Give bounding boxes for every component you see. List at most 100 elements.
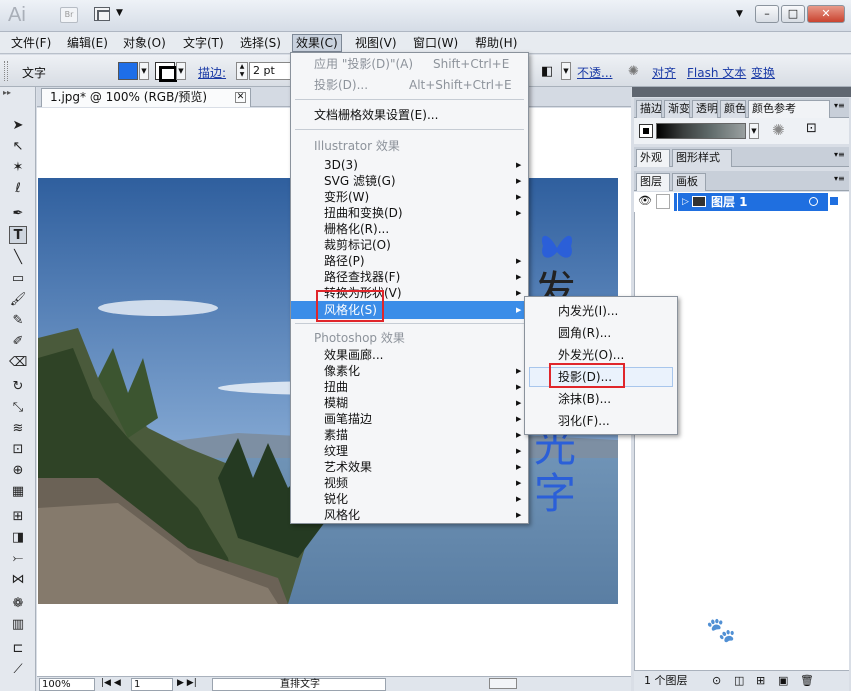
menu-item-blur[interactable]: 模糊 ▶ (291, 395, 528, 411)
blend-tool-icon[interactable]: ⋈ (9, 571, 27, 589)
menu-window[interactable]: 窗口(W) (410, 34, 461, 52)
eyedropper-tool-icon[interactable]: ⤚ (9, 550, 27, 568)
bridge-button[interactable]: Br (60, 7, 78, 23)
column-graph-tool-icon[interactable]: ▥ (9, 616, 27, 634)
expand-arrow-icon[interactable]: ▷ (682, 193, 689, 211)
harmony-dropdown-arrow[interactable]: ▼ (749, 123, 759, 139)
tab-transparency[interactable]: 透明 (692, 100, 718, 118)
menu-edit[interactable]: 编辑(E) (64, 34, 111, 52)
menu-item-path[interactable]: 路径(P) ▶ (291, 253, 528, 269)
selection-tool-icon[interactable]: ➤ (9, 117, 27, 135)
recolor-icon[interactable]: ✺ (628, 64, 639, 79)
next-page-icon[interactable]: ▶ ▶| (177, 678, 197, 688)
horizontal-scrollbar-thumb[interactable] (489, 678, 517, 689)
rectangle-tool-icon[interactable]: ▭ (9, 270, 27, 288)
direct-selection-tool-icon[interactable]: ↖ (9, 138, 27, 156)
layer-name-cell[interactable]: ▷ 图层 1 (678, 193, 828, 211)
tab-color-guide[interactable]: 颜色参考 (748, 100, 830, 118)
layer-row[interactable]: 👁 ▷ 图层 1 (634, 192, 849, 212)
selection-indicator[interactable] (830, 197, 838, 205)
menu-item-apply-last-effect[interactable]: 应用 "投影(D)"(A) Shift+Ctrl+E (291, 56, 528, 72)
menu-effect[interactable]: 效果(C) (292, 34, 342, 52)
menu-item-brush-strokes[interactable]: 画笔描边 ▶ (291, 411, 528, 427)
fill-dropdown-arrow[interactable]: ▼ (139, 62, 149, 80)
eye-icon[interactable]: 👁 (638, 194, 652, 207)
arrange-documents-icon[interactable] (94, 7, 110, 21)
menu-item-pixelate[interactable]: 像素化 ▶ (291, 363, 528, 379)
menu-item-sharpen[interactable]: 锐化 ▶ (291, 491, 528, 507)
menu-item-last-effect[interactable]: 投影(D)... Alt+Shift+Ctrl+E (291, 77, 528, 93)
submenu-item-feather[interactable]: 羽化(F)... (529, 411, 673, 431)
menu-type[interactable]: 文字(T) (180, 34, 227, 52)
transform-link[interactable]: 变换 (751, 64, 775, 81)
pencil-tool-icon[interactable]: ✎ (9, 312, 27, 330)
menu-item-crop-marks[interactable]: 裁剪标记(O) (291, 237, 528, 253)
submenu-item-scribble[interactable]: 涂抹(B)... (529, 389, 673, 409)
tab-artboards[interactable]: 画板 (672, 173, 706, 191)
menu-item-distort-transform[interactable]: 扭曲和变换(D) ▶ (291, 205, 528, 221)
rotate-tool-icon[interactable]: ↻ (9, 378, 27, 396)
brush-dropdown-arrow[interactable]: ▼ (561, 62, 571, 80)
tab-graphic-styles[interactable]: 图形样式 (672, 149, 732, 167)
close-icon[interactable]: ✕ (235, 92, 246, 103)
lasso-tool-icon[interactable]: ℓ (9, 180, 27, 198)
panel-menu-icon[interactable]: ▾≡ (834, 174, 845, 183)
line-tool-icon[interactable]: ╲ (9, 249, 27, 267)
maximize-button[interactable]: □ (781, 5, 805, 23)
artboard-tool-icon[interactable]: ⊏ (9, 640, 27, 658)
collapse-icon[interactable]: ▸▸ (3, 88, 11, 97)
submenu-item-inner-glow[interactable]: 内发光(I)... (529, 301, 673, 321)
panel-menu-icon[interactable]: ▾≡ (834, 101, 845, 110)
tab-gradient[interactable]: 渐变 (664, 100, 690, 118)
menu-item-stylize-photoshop[interactable]: 风格化 ▶ (291, 507, 528, 523)
stroke-weight-field[interactable]: 2 pt (249, 62, 291, 80)
stroke-stepper[interactable]: ▲ ▼ (236, 62, 248, 80)
panel-dock-header[interactable] (632, 87, 851, 97)
magic-wand-tool-icon[interactable]: ✶ (9, 159, 27, 177)
stroke-color-swatch[interactable] (155, 62, 177, 82)
panel-menu-icon[interactable]: ▾≡ (834, 150, 845, 159)
align-link[interactable]: 对齐 (652, 64, 676, 81)
lock-toggle[interactable] (656, 194, 670, 209)
recolor-artwork-icon[interactable]: ✺ (772, 121, 785, 139)
scale-tool-icon[interactable]: ⤡ (9, 399, 27, 417)
workspace-dropdown-icon[interactable]: ▼ (736, 9, 743, 19)
base-color-swatch[interactable] (639, 124, 653, 138)
menu-file[interactable]: 文件(F) (8, 34, 54, 52)
menu-view[interactable]: 视图(V) (352, 34, 400, 52)
tab-appearance[interactable]: 外观 (636, 149, 670, 167)
menu-item-video[interactable]: 视频 ▶ (291, 475, 528, 491)
menu-item-sketch[interactable]: 素描 ▶ (291, 427, 528, 443)
chevron-down-icon[interactable]: ▼ (116, 8, 123, 18)
close-button[interactable]: ✕ (807, 5, 845, 23)
first-page-icon[interactable]: |◀ ◀ (101, 678, 121, 688)
stroke-label[interactable]: 描边: (198, 64, 226, 81)
tool-status-field[interactable]: 直排文字 (212, 678, 386, 691)
tab-color[interactable]: 颜色 (720, 100, 746, 118)
document-tab[interactable]: 1.jpg* @ 100% (RGB/预览) ✕ (41, 88, 251, 107)
shape-builder-tool-icon[interactable]: ⊕ (9, 462, 27, 480)
tab-stroke[interactable]: 描边 (636, 100, 662, 118)
pen-tool-icon[interactable]: ✒ (9, 205, 27, 223)
stroke-dropdown-arrow[interactable]: ▼ (176, 62, 186, 80)
save-swatch-group-icon[interactable]: ⊡ (806, 121, 817, 136)
type-tool-icon[interactable]: T (9, 226, 27, 244)
gradient-tool-icon[interactable]: ◨ (9, 529, 27, 547)
menu-select[interactable]: 选择(S) (237, 34, 284, 52)
menu-object[interactable]: 对象(O) (120, 34, 169, 52)
perspective-grid-tool-icon[interactable]: ▦ (9, 483, 27, 501)
eraser-tool-icon[interactable]: ⌫ (9, 354, 27, 372)
target-circle-icon[interactable] (809, 197, 818, 206)
harmony-color-bar[interactable] (656, 123, 746, 139)
brush-icon[interactable]: ◧ (541, 64, 553, 79)
menu-item-warp[interactable]: 变形(W) ▶ (291, 189, 528, 205)
menu-item-artistic[interactable]: 艺术效果 ▶ (291, 459, 528, 475)
page-number-field[interactable]: 1 (131, 678, 173, 691)
fill-color-swatch[interactable] (118, 62, 138, 80)
menu-item-pathfinder[interactable]: 路径查找器(F) ▶ (291, 269, 528, 285)
menu-item-rasterize[interactable]: 栅格化(R)... (291, 221, 528, 237)
submenu-item-round-corners[interactable]: 圆角(R)... (529, 323, 673, 343)
warp-tool-icon[interactable]: ≋ (9, 420, 27, 438)
zoom-select[interactable]: 100% (39, 678, 95, 691)
menu-help[interactable]: 帮助(H) (472, 34, 520, 52)
